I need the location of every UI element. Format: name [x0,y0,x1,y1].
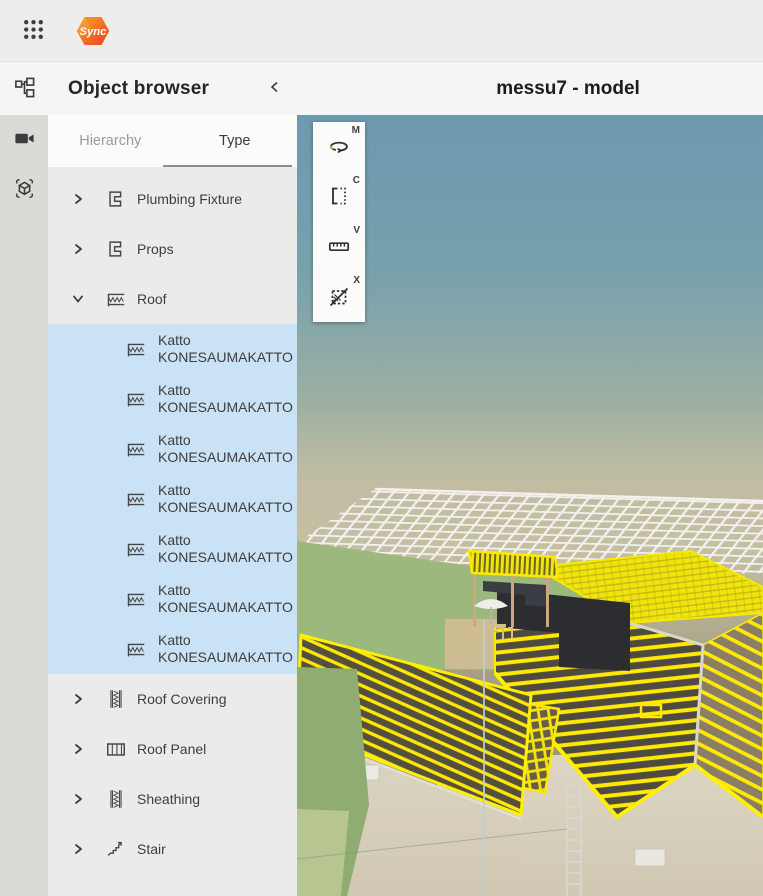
panel-header: Object browser [48,62,297,115]
viewport-toolbar: M C V X [313,122,365,322]
tree-item-label: Plumbing Fixture [137,191,242,207]
tree-item-label: Sheathing [137,791,200,807]
fixture-icon [105,188,127,210]
roof-icon [125,490,147,509]
pavilion-post [473,569,476,627]
chevron-right-icon[interactable] [70,741,86,757]
clip-tool-button[interactable]: C [313,172,365,222]
logo-text: Sync [80,26,108,38]
tree-structure-icon [13,76,36,102]
active-tab-indicator [163,165,292,167]
tree-item-label: Roof Covering [137,691,227,707]
sync-logo[interactable]: Sync [75,12,111,50]
tree-item-label: Katto KONESAUMAKATTO [158,632,297,667]
tree-item-katto-konesaumakatto[interactable]: Katto KONESAUMAKATTO [48,374,297,424]
grass-light [297,809,349,896]
tree-item-label: Katto KONESAUMAKATTO [158,332,297,367]
chevron-left-icon [267,79,283,98]
top-app-bar: Sync [0,0,763,62]
tree-item-katto-konesaumakatto[interactable]: Katto KONESAUMAKATTO [48,474,297,524]
tab-hierarchy[interactable]: Hierarchy [48,115,173,167]
scene-container: M C V X [297,115,763,896]
roof-icon [125,540,147,559]
tool-shortcut: M [352,125,360,136]
tree-item-katto-konesaumakatto[interactable]: Katto KONESAUMAKATTO [48,524,297,574]
viewport-header: messu7 - model [297,62,763,115]
tree-item-label: Stair [137,841,166,857]
pavilion-post [546,573,549,627]
fixture-icon [105,238,127,260]
tree-item-label: Katto KONESAUMAKATTO [158,532,297,567]
tree-item-roof-panel[interactable]: Roof Panel [48,724,297,774]
measure-icon [327,234,351,261]
roof-icon [125,390,147,409]
deselect-tool-button[interactable]: X [313,272,365,322]
model-canvas[interactable] [297,115,763,896]
model-viewport: messu7 - model [297,62,763,896]
chevron-right-icon[interactable] [70,191,86,207]
tree-item-label: Katto KONESAUMAKATTO [158,382,297,417]
tool-shortcut: V [353,225,360,236]
tree-item-katto-konesaumakatto[interactable]: Katto KONESAUMAKATTO [48,324,297,374]
roof-icon [125,340,147,359]
rail-button-model-tools[interactable] [0,165,48,215]
tree-item-plumbing-fixture[interactable]: Plumbing Fixture [48,174,297,224]
tree-item-label: Roof [137,291,167,307]
tree-item-label: Props [137,241,174,257]
tree-item-roof[interactable]: Roof [48,274,297,324]
window [635,849,665,866]
tree-item-label: Katto KONESAUMAKATTO [158,432,297,467]
roof-icon [125,640,147,659]
tab-label: Type [219,133,250,149]
tree-item-label: Roof Panel [137,741,206,757]
roof-panel-icon [105,740,127,759]
roof-icon [125,440,147,459]
covering-icon [105,688,127,710]
collapse-panel-button[interactable] [265,77,285,100]
tool-shortcut: C [353,175,360,186]
roof-icon [105,290,127,309]
tree-item-katto-konesaumakatto[interactable]: Katto KONESAUMAKATTO [48,424,297,474]
chevron-right-icon[interactable] [70,241,86,257]
rail-button-object-browser[interactable] [0,62,48,115]
chevron-right-icon[interactable] [70,791,86,807]
orbit-icon [327,134,351,161]
deselect-icon [327,284,351,311]
tree-item-roof-covering[interactable]: Roof Covering [48,674,297,724]
tree-item-label: Katto KONESAUMAKATTO [158,582,297,617]
stair-icon [105,838,127,860]
tab-label: Hierarchy [79,133,141,149]
tree-item-katto-konesaumakatto[interactable]: Katto KONESAUMAKATTO [48,574,297,624]
tool-shortcut: X [353,275,360,286]
apps-grid-icon [21,17,46,45]
model-title: messu7 - model [496,78,640,100]
measure-tool-button[interactable]: V [313,222,365,272]
clip-plane-icon [327,184,351,211]
chevron-down-icon[interactable] [70,291,86,307]
left-icon-rail [0,62,48,896]
tree-item-stair[interactable]: Stair [48,824,297,874]
tree-item-props[interactable]: Props [48,224,297,274]
box-select-icon [13,177,36,203]
pavilion-post [511,571,514,627]
tree-item-sheathing[interactable]: Sheathing [48,774,297,824]
rail-button-views[interactable] [0,115,48,165]
tree-item-katto-konesaumakatto[interactable]: Katto KONESAUMAKATTO [48,624,297,674]
covering-icon [105,788,127,810]
chevron-right-icon[interactable] [70,691,86,707]
panel-tabs: Hierarchy Type [48,115,297,167]
tree-item-label: Katto KONESAUMAKATTO [158,482,297,517]
object-browser-panel: Object browser Hierarchy Type Plumbing Fi… [48,62,297,896]
chevron-right-icon[interactable] [70,841,86,857]
tab-type[interactable]: Type [173,115,298,167]
panel-title: Object browser [68,78,209,100]
object-tree: Plumbing Fixture Props Roof Katto KONESAUMA… [48,167,297,896]
app-grid-button[interactable] [19,17,47,45]
roof-icon [125,590,147,609]
orbit-tool-button[interactable]: M [313,122,365,172]
camera-icon [13,127,36,153]
